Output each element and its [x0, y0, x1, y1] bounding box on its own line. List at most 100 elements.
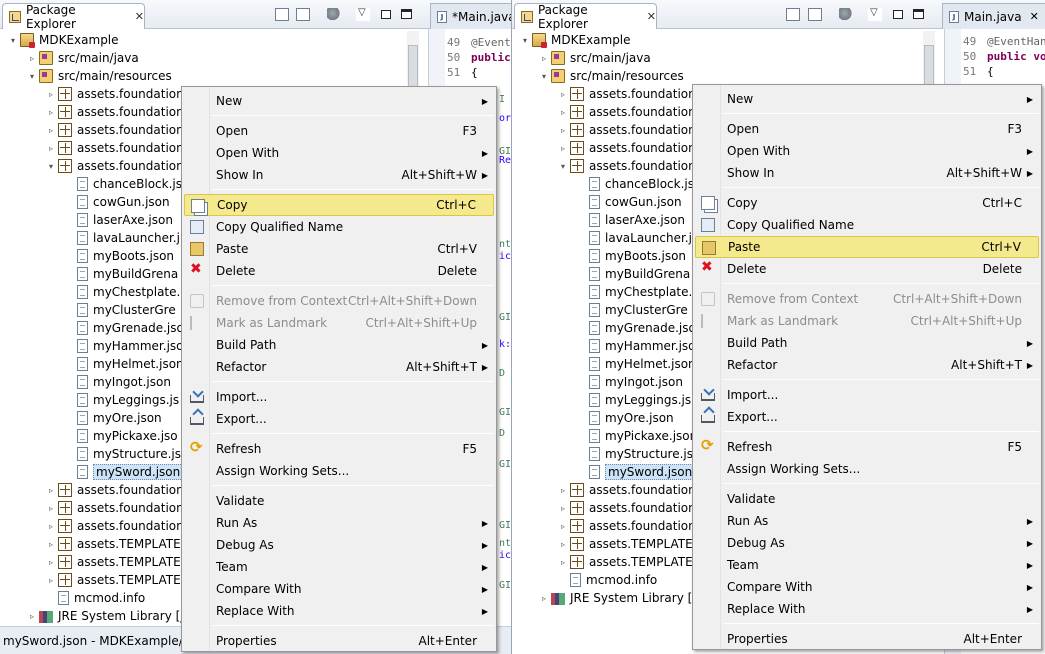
- expand-arrow-icon[interactable]: ▹: [46, 540, 56, 549]
- menu-item-remove-from-context[interactable]: Remove from Context Ctrl+Alt+Shift+Down: [184, 290, 494, 312]
- expanded-arrow-icon[interactable]: ▾: [8, 36, 18, 45]
- menu-item-refresh[interactable]: Refresh F5: [695, 436, 1039, 458]
- tree-file-item[interactable]: myOre.json: [577, 409, 674, 427]
- menu-item-validate[interactable]: Validate: [695, 488, 1039, 510]
- tree-file-item[interactable]: myLeggings.js: [65, 391, 179, 409]
- link-with-editor-icon[interactable]: [808, 8, 822, 21]
- package-explorer-tab[interactable]: Package Explorer ✕: [2, 3, 145, 31]
- view-menu-icon[interactable]: [839, 8, 853, 21]
- menu-item-open-with[interactable]: Open With ▶: [695, 140, 1039, 162]
- tree-file-item[interactable]: myLeggings.js: [577, 391, 691, 409]
- close-tab-icon[interactable]: ✕: [135, 10, 144, 23]
- collapse-all-icon[interactable]: [275, 8, 289, 21]
- expand-arrow-icon[interactable]: ▹: [46, 90, 56, 99]
- tree-file-item[interactable]: chanceBlock.js: [577, 175, 694, 193]
- tree-item[interactable]: ▹ assets.foundations: [46, 139, 190, 157]
- tree-file-item[interactable]: mcmod.info: [46, 589, 145, 607]
- tree-item[interactable]: ▾ MDKExample: [8, 31, 119, 49]
- tree-item[interactable]: ▹ assets.foundations: [558, 517, 702, 535]
- menu-item-delete[interactable]: Delete Delete: [695, 258, 1039, 280]
- tree-file-item[interactable]: myChestplate.: [65, 283, 180, 301]
- expand-arrow-icon[interactable]: ▹: [46, 558, 56, 567]
- editor-tab-main[interactable]: J Main.java ✕: [942, 3, 1045, 29]
- expand-arrow-icon[interactable]: ▹: [558, 486, 568, 495]
- tree-file-item[interactable]: myStructure.js: [577, 445, 693, 463]
- tree-file-item[interactable]: mySword.json: [577, 463, 696, 481]
- package-explorer-tab[interactable]: Package Explorer ✕: [514, 3, 657, 31]
- expand-arrow-icon[interactable]: ▹: [558, 144, 568, 153]
- tree-file-item[interactable]: myHelmet.json: [577, 355, 696, 373]
- tree-item[interactable]: ▹ assets.foundations: [558, 481, 702, 499]
- menu-item-assign-working-sets[interactable]: Assign Working Sets...: [184, 460, 494, 482]
- menu-item-replace-with[interactable]: Replace With ▶: [184, 600, 494, 622]
- menu-item-properties[interactable]: Properties Alt+Enter: [695, 628, 1039, 650]
- menu-item-run-as[interactable]: Run As ▶: [695, 510, 1039, 532]
- tree-item[interactable]: ▹ assets.TEMPLATES: [558, 535, 700, 553]
- menu-item-compare-with[interactable]: Compare With ▶: [184, 578, 494, 600]
- tree-file-item[interactable]: lavaLauncher.j: [65, 229, 180, 247]
- menu-item-remove-from-context[interactable]: Remove from Context Ctrl+Alt+Shift+Down: [695, 288, 1039, 310]
- collapse-all-icon[interactable]: [786, 8, 800, 21]
- menu-item-import[interactable]: Import...: [695, 384, 1039, 406]
- maximize-icon[interactable]: [401, 9, 412, 19]
- tree-file-item[interactable]: myStructure.js: [65, 445, 181, 463]
- menu-item-assign-working-sets[interactable]: Assign Working Sets...: [695, 458, 1039, 480]
- expanded-arrow-icon[interactable]: ▾: [520, 36, 530, 45]
- tree-file-item[interactable]: mySword.json: [65, 463, 184, 481]
- tree-item[interactable]: ▹ assets.TEMPLATES: [46, 535, 188, 553]
- expand-arrow-icon[interactable]: ▹: [558, 558, 568, 567]
- link-with-editor-icon[interactable]: [296, 8, 310, 21]
- menu-item-delete[interactable]: Delete Delete: [184, 260, 494, 282]
- tree-file-item[interactable]: myOre.json: [65, 409, 162, 427]
- menu-item-mark-as-landmark[interactable]: Mark as Landmark Ctrl+Alt+Shift+Up: [695, 310, 1039, 332]
- expanded-arrow-icon[interactable]: ▾: [539, 72, 549, 81]
- tree-file-item[interactable]: myHammer.jso: [577, 337, 696, 355]
- tree-file-item[interactable]: myHelmet.json: [65, 355, 184, 373]
- menu-item-properties[interactable]: Properties Alt+Enter: [184, 630, 494, 652]
- tree-file-item[interactable]: cowGun.json: [577, 193, 682, 211]
- tree-item[interactable]: ▹ assets.foundations: [46, 103, 190, 121]
- menu-item-paste[interactable]: Paste Ctrl+V: [184, 238, 494, 260]
- tree-file-item[interactable]: myIngot.json: [577, 373, 683, 391]
- expand-arrow-icon[interactable]: ▹: [558, 504, 568, 513]
- menu-item-debug-as[interactable]: Debug As ▶: [184, 534, 494, 556]
- scrollbar-thumb[interactable]: [408, 45, 418, 90]
- tree-file-item[interactable]: chanceBlock.js: [65, 175, 182, 193]
- view-menu-icon[interactable]: [327, 8, 341, 21]
- menu-item-validate[interactable]: Validate: [184, 490, 494, 512]
- tree-file-item[interactable]: myGrenade.jso: [65, 319, 184, 337]
- tree-item[interactable]: ▾ MDKExample: [520, 31, 631, 49]
- expand-arrow-icon[interactable]: ▹: [539, 594, 549, 603]
- tree-file-item[interactable]: lavaLauncher.j: [577, 229, 692, 247]
- minimize-icon[interactable]: [893, 10, 903, 19]
- tree-item[interactable]: ▹ assets.foundations: [46, 481, 190, 499]
- tree-file-item[interactable]: myBuildGrena: [577, 265, 690, 283]
- tree-item[interactable]: ▹ assets.foundations: [558, 121, 702, 139]
- menu-item-show-in[interactable]: Show In Alt+Shift+W ▶: [695, 162, 1039, 184]
- expand-arrow-icon[interactable]: ▹: [558, 522, 568, 531]
- tree-item[interactable]: ▾ src/main/resources: [27, 67, 172, 85]
- menu-item-show-in[interactable]: Show In Alt+Shift+W ▶: [184, 164, 494, 186]
- menu-item-new[interactable]: New ▶: [695, 88, 1039, 110]
- menu-item-build-path[interactable]: Build Path ▶: [695, 332, 1039, 354]
- tree-item[interactable]: ▹ assets.foundations: [46, 517, 190, 535]
- menu-item-run-as[interactable]: Run As ▶: [184, 512, 494, 534]
- expand-arrow-icon[interactable]: ▹: [46, 576, 56, 585]
- tree-item[interactable]: ▹ assets.foundations: [46, 85, 190, 103]
- expanded-arrow-icon[interactable]: ▾: [558, 162, 568, 171]
- menu-item-copy[interactable]: Copy Ctrl+C: [184, 194, 494, 216]
- menu-item-export[interactable]: Export...: [695, 406, 1039, 428]
- tree-item[interactable]: ▹ assets.foundations: [558, 139, 702, 157]
- tree-file-item[interactable]: myPickaxe.jso: [65, 427, 178, 445]
- menu-item-refresh[interactable]: Refresh F5: [184, 438, 494, 460]
- tree-item[interactable]: ▾ assets.foundations: [558, 157, 702, 175]
- expand-arrow-icon[interactable]: ▹: [27, 612, 37, 621]
- tree-file-item[interactable]: laserAxe.json: [65, 211, 173, 229]
- menu-item-open[interactable]: Open F3: [695, 118, 1039, 140]
- tree-file-item[interactable]: myClusterGre: [65, 301, 176, 319]
- menu-item-copy[interactable]: Copy Ctrl+C: [695, 192, 1039, 214]
- menu-item-replace-with[interactable]: Replace With ▶: [695, 598, 1039, 620]
- tree-file-item[interactable]: myGrenade.jso: [577, 319, 696, 337]
- menu-item-refactor[interactable]: Refactor Alt+Shift+T ▶: [695, 354, 1039, 376]
- tree-item[interactable]: ▹ assets.foundations: [558, 103, 702, 121]
